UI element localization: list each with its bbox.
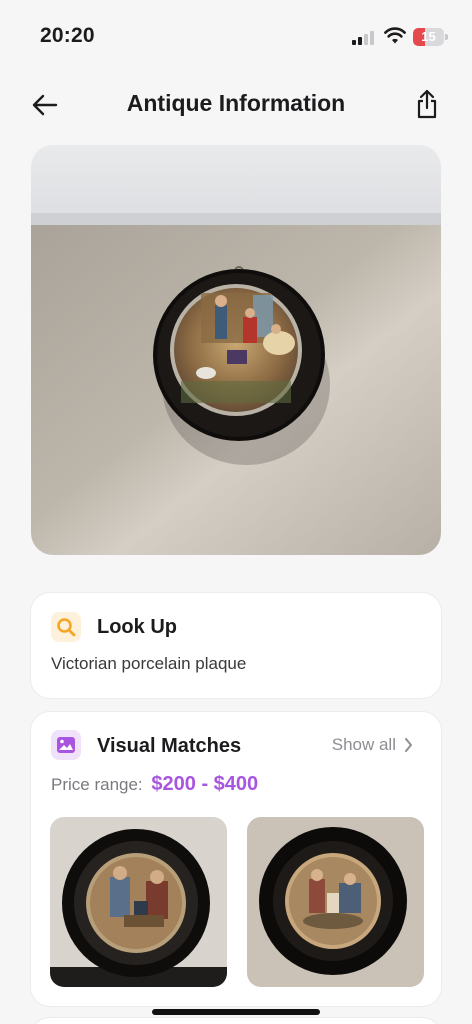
- navigation-bar: Antique Information: [0, 80, 472, 130]
- lookup-card[interactable]: Look Up Victorian porcelain plaque: [30, 592, 442, 699]
- lookup-title: Look Up: [97, 616, 177, 638]
- battery-level: 15: [421, 29, 436, 44]
- visual-matches-card: Visual Matches Show all Price range: $20…: [30, 711, 442, 1007]
- visual-match-item[interactable]: [50, 817, 227, 987]
- match-photo-1: [50, 817, 227, 987]
- price-range: Price range: $200 - $400: [51, 773, 258, 796]
- antique-photo[interactable]: [31, 145, 441, 555]
- price-range-label: Price range:: [51, 775, 143, 794]
- visual-matches-title: Visual Matches: [97, 735, 242, 757]
- cellular-signal-icon: [352, 30, 378, 45]
- visual-match-item[interactable]: [247, 817, 424, 987]
- next-card: [30, 1017, 442, 1024]
- share-icon: [417, 89, 437, 119]
- chevron-right-icon: [405, 738, 412, 752]
- search-icon: [57, 618, 76, 637]
- page-title: Antique Information: [126, 90, 346, 116]
- wifi-icon: [384, 27, 406, 44]
- show-all-button[interactable]: Show all: [332, 735, 413, 755]
- porcelain-plaque-image: [31, 145, 441, 555]
- battery-icon: 15: [413, 28, 449, 46]
- share-button[interactable]: [410, 86, 444, 122]
- home-indicator: [152, 1009, 320, 1015]
- show-all-label: Show all: [331, 735, 396, 754]
- lookup-icon-badge: [51, 612, 81, 642]
- match-photo-2: [247, 817, 424, 987]
- price-range-value: $200 - $400: [151, 773, 259, 795]
- status-bar: 20:20 15: [0, 0, 472, 70]
- lookup-result: Victorian porcelain plaque: [51, 654, 247, 673]
- visual-matches-icon-badge: [51, 730, 81, 760]
- status-time: 20:20: [40, 24, 95, 47]
- image-icon: [57, 737, 75, 753]
